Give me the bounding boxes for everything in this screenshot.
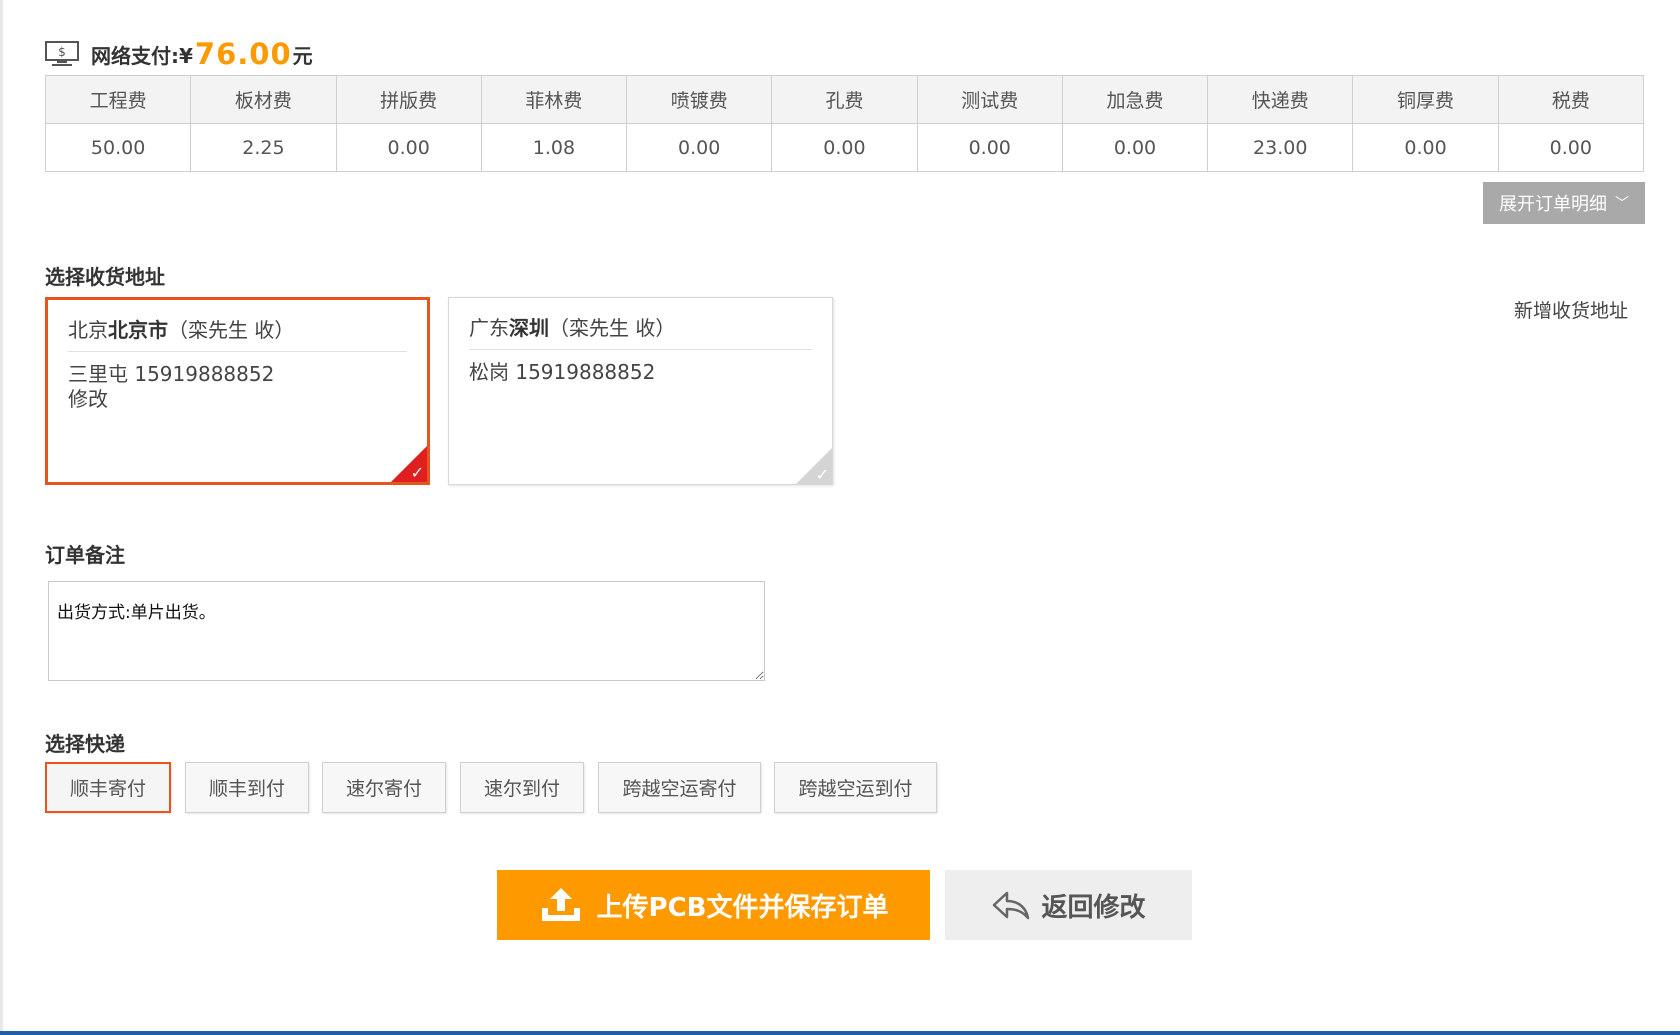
address-card-title: 广东深圳（栾先生 收）: [469, 312, 812, 350]
upload-icon: [541, 888, 580, 921]
fee-header: 税费: [1497, 75, 1645, 124]
fee-header: 工程费: [44, 75, 192, 124]
fee-header: 测试费: [916, 75, 1063, 124]
back-to-edit-button[interactable]: 返回修改: [945, 870, 1192, 940]
address-detail: 松岗 15919888852: [469, 360, 656, 384]
payment-header: $ 网络支付:¥ 76.00 元: [45, 36, 313, 72]
shipping-option-kuayue-air-prepaid[interactable]: 跨越空运寄付: [598, 762, 761, 813]
fee-value: 0.00: [335, 123, 482, 172]
address-receiver: （栾先生 收）: [168, 318, 295, 342]
chevron-down-icon: ﹀: [1615, 196, 1629, 212]
checkmark-icon: ✓: [815, 465, 829, 484]
shipping-option-kuayue-air-cod[interactable]: 跨越空运到付: [774, 762, 937, 813]
fee-value: 0.00: [626, 123, 773, 172]
fee-value: 0.00: [1497, 123, 1645, 172]
add-new-address-link[interactable]: 新增收货地址: [1514, 296, 1628, 323]
expand-order-details-label: 展开订单明细: [1499, 194, 1607, 215]
fee-value: 0.00: [1352, 123, 1499, 172]
fee-header-row: 工程费 板材费 拼版费 菲林费 喷镀费 孔费 测试费 加急费 快递费 铜厚费 税…: [44, 75, 1645, 124]
fee-value: 2.25: [190, 123, 337, 172]
fee-header: 拼版费: [335, 75, 482, 124]
fee-header: 加急费: [1061, 75, 1209, 124]
address-card-selected[interactable]: 北京北京市（栾先生 收） 三里屯 15919888852 修改 ✓: [45, 297, 430, 485]
upload-pcb-and-save-button[interactable]: 上传PCB文件并保存订单: [497, 870, 930, 940]
fee-value: 0.00: [1061, 123, 1209, 172]
address-edit-link[interactable]: 修改: [68, 387, 407, 412]
order-remark-textarea[interactable]: 出货方式:单片出货。: [48, 581, 765, 681]
address-section-title: 选择收货地址: [45, 265, 165, 289]
address-receiver: （栾先生 收）: [549, 316, 676, 340]
address-city: 深圳: [509, 316, 549, 340]
svg-text:$: $: [58, 45, 66, 59]
fee-header: 孔费: [771, 75, 918, 124]
fee-table: 工程费 板材费 拼版费 菲林费 喷镀费 孔费 测试费 加急费 快递费 铜厚费 税…: [44, 75, 1645, 172]
fee-value: 50.00: [44, 123, 192, 172]
fee-value: 0.00: [916, 123, 1063, 172]
payment-label: 网络支付:¥: [91, 43, 193, 68]
fee-header: 菲林费: [480, 75, 628, 124]
address-province: 广东: [469, 316, 509, 340]
fee-value: 23.00: [1207, 123, 1354, 172]
fee-header: 快递费: [1207, 75, 1354, 124]
payment-unit: 元: [292, 43, 313, 68]
fee-header: 喷镀费: [626, 75, 773, 124]
back-to-edit-label: 返回修改: [1041, 892, 1146, 923]
shipping-section-title: 选择快递: [45, 732, 125, 756]
bottom-blue-border: [0, 1031, 1680, 1035]
shipping-option-shunfeng-prepaid[interactable]: 顺丰寄付: [45, 762, 171, 813]
checkmark-icon: ✓: [410, 463, 424, 482]
fee-header: 铜厚费: [1352, 75, 1499, 124]
address-card[interactable]: 广东深圳（栾先生 收） 松岗 15919888852 ✓: [448, 297, 833, 485]
payment-amount: 76.00: [194, 37, 292, 71]
left-edge-border: [0, 0, 3, 1035]
fee-value: 0.00: [771, 123, 918, 172]
reply-arrow-icon: [993, 891, 1030, 920]
remark-section-title: 订单备注: [45, 543, 125, 567]
shipping-option-shunfeng-cod[interactable]: 顺丰到付: [185, 762, 309, 813]
shipping-option-suer-cod[interactable]: 速尔到付: [460, 762, 584, 813]
address-province: 北京: [68, 318, 108, 342]
address-city: 北京市: [108, 318, 168, 342]
shipping-option-suer-prepaid[interactable]: 速尔寄付: [322, 762, 446, 813]
fee-header: 板材费: [190, 75, 337, 124]
expand-order-details-button[interactable]: 展开订单明细 ﹀: [1483, 182, 1645, 224]
upload-pcb-and-save-label: 上传PCB文件并保存订单: [596, 892, 889, 923]
fee-value-row: 50.00 2.25 0.00 1.08 0.00 0.00 0.00 0.00…: [44, 123, 1645, 172]
fee-value: 1.08: [480, 123, 628, 172]
address-card-title: 北京北京市（栾先生 收）: [68, 314, 407, 352]
address-detail: 三里屯 15919888852: [68, 362, 275, 386]
monitor-payment-icon: $: [45, 41, 79, 66]
